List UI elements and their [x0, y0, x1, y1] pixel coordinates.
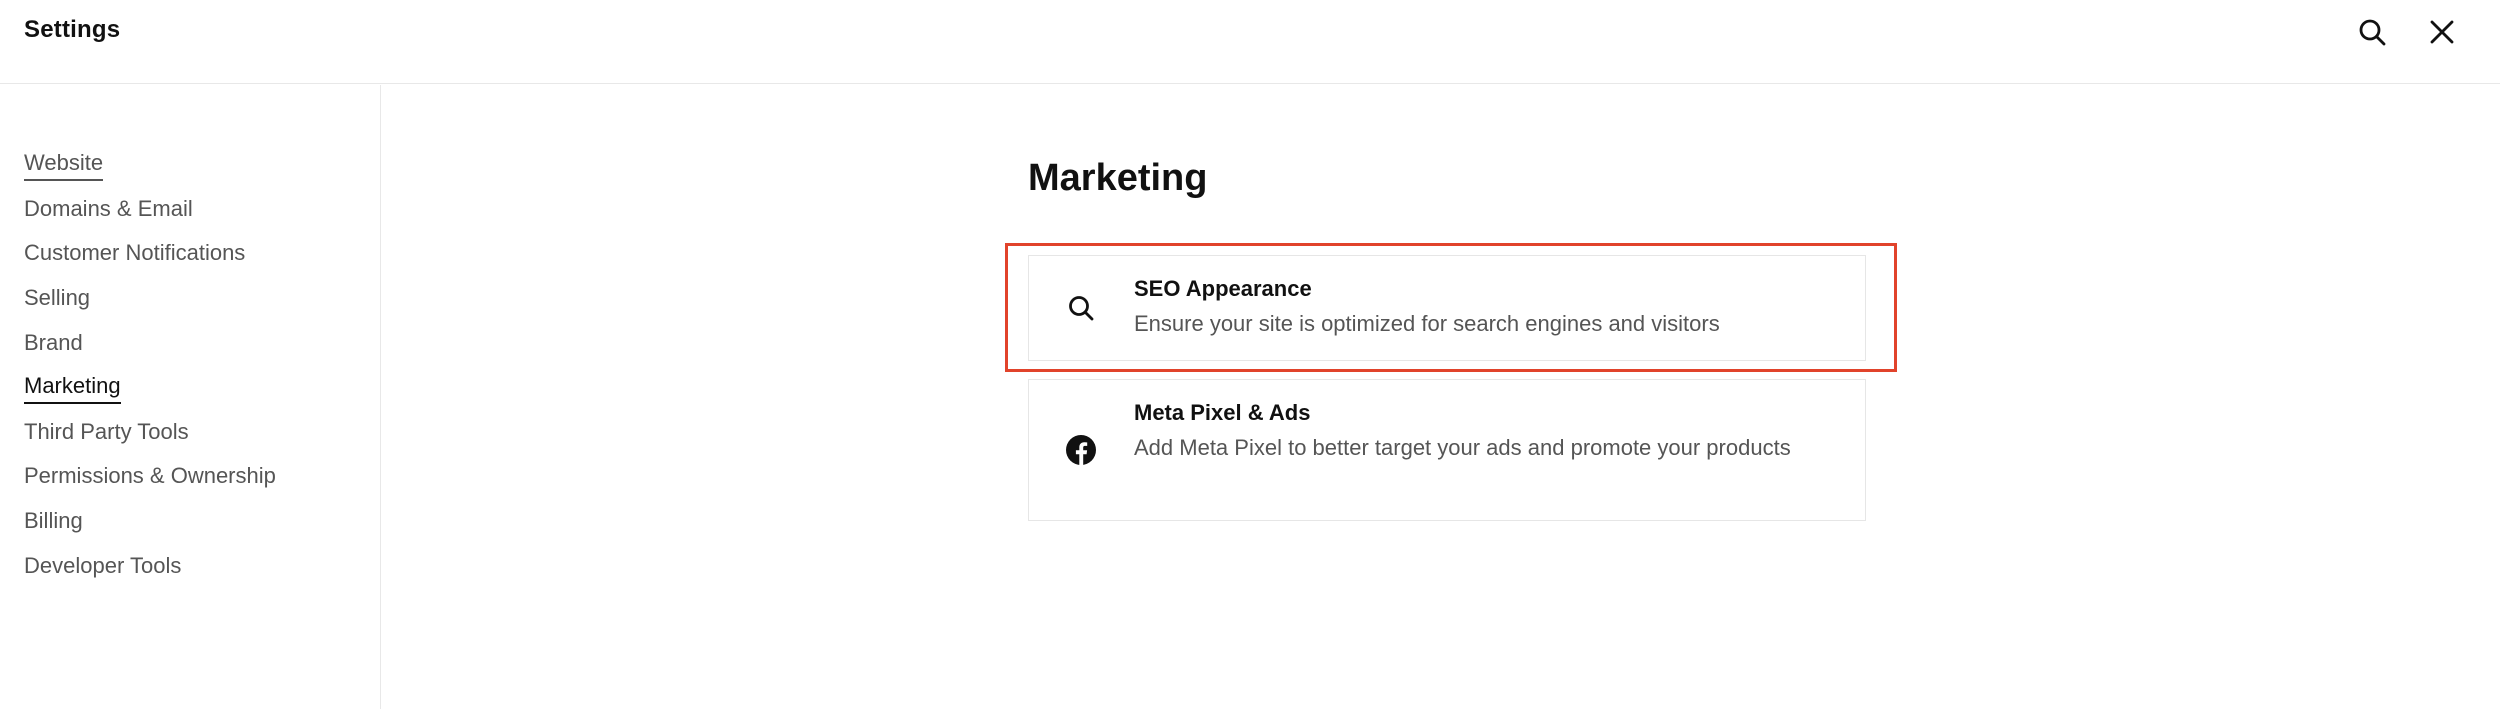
- card-text: SEO Appearance Ensure your site is optim…: [1134, 274, 1834, 341]
- sidebar-item-label: Domains & Email: [24, 195, 193, 221]
- card-title: SEO Appearance: [1134, 276, 1312, 301]
- sidebar-item-label: Selling: [24, 285, 91, 311]
- settings-title: Settings: [24, 16, 121, 43]
- sidebar-item-label: Permissions & Ownership: [24, 463, 276, 489]
- search-icon: [1065, 292, 1097, 324]
- sidebar-item-brand[interactable]: Brand: [24, 321, 276, 366]
- sidebar-item-label: Third Party Tools: [24, 418, 189, 444]
- sidebar-nav: Website Domains & Email Customer Notific…: [24, 143, 276, 589]
- sidebar-item-website[interactable]: Website: [24, 143, 276, 188]
- sidebar-item-customer-notifications[interactable]: Customer Notifications: [24, 232, 276, 277]
- sidebar-item-billing[interactable]: Billing: [24, 500, 276, 545]
- close-button[interactable]: [2424, 14, 2460, 50]
- sidebar-item-marketing[interactable]: Marketing: [24, 366, 276, 411]
- settings-sidebar: Website Domains & Email Customer Notific…: [0, 85, 381, 709]
- sidebar-item-label: Website: [24, 149, 104, 182]
- card-description: Ensure your site is optimized for search…: [1134, 311, 1720, 336]
- settings-header: Settings: [0, 0, 2500, 84]
- sidebar-item-domains-email[interactable]: Domains & Email: [24, 188, 276, 233]
- sidebar-item-label: Customer Notifications: [24, 240, 246, 266]
- search-button[interactable]: [2354, 14, 2390, 50]
- sidebar-item-developer-tools[interactable]: Developer Tools: [24, 544, 276, 589]
- card-title: Meta Pixel & Ads: [1134, 400, 1311, 425]
- main-content: Marketing SEO Appearance Ensure your sit…: [382, 85, 2500, 709]
- sidebar-item-permissions-ownership[interactable]: Permissions & Ownership: [24, 455, 276, 500]
- meta-pixel-ads-card[interactable]: Meta Pixel & Ads Add Meta Pixel to bette…: [1028, 379, 1866, 521]
- card-description: Add Meta Pixel to better target your ads…: [1134, 435, 1791, 460]
- sidebar-item-label: Billing: [24, 508, 83, 534]
- card-text: Meta Pixel & Ads Add Meta Pixel to bette…: [1134, 398, 1834, 465]
- sidebar-item-label: Brand: [24, 329, 83, 355]
- sidebar-item-third-party-tools[interactable]: Third Party Tools: [24, 411, 276, 456]
- seo-appearance-card[interactable]: SEO Appearance Ensure your site is optim…: [1028, 255, 1866, 361]
- search-icon: [2359, 19, 2386, 46]
- sidebar-item-label: Marketing: [24, 372, 121, 405]
- sidebar-item-label: Developer Tools: [24, 552, 182, 578]
- sidebar-item-selling[interactable]: Selling: [24, 277, 276, 322]
- facebook-icon: [1065, 434, 1097, 466]
- close-icon: [2430, 20, 2454, 44]
- page-title: Marketing: [1028, 157, 1208, 199]
